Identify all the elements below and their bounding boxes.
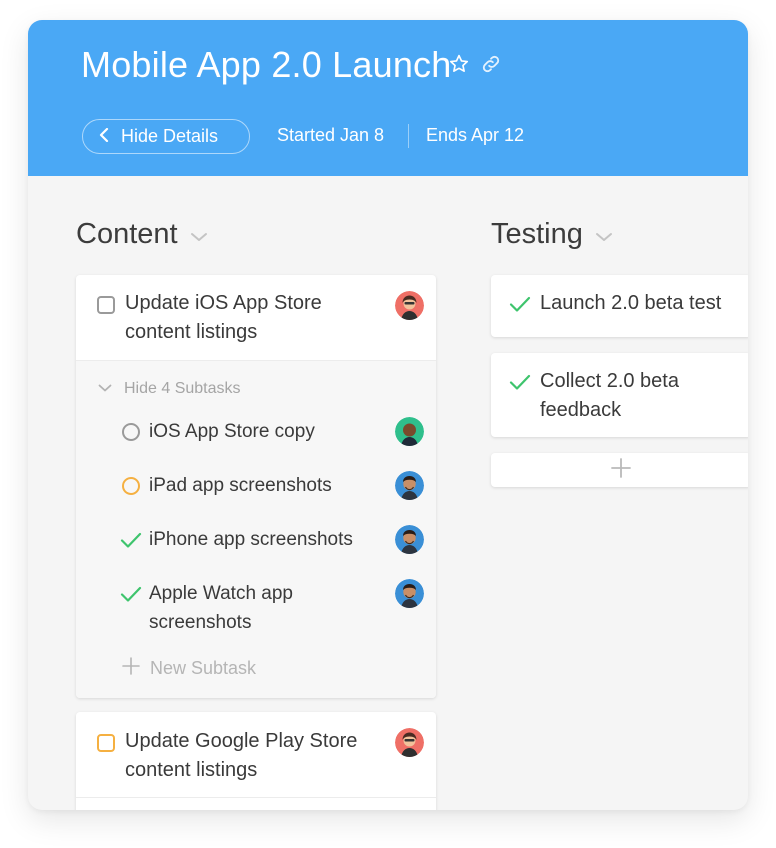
chevron-down-icon[interactable] (190, 218, 208, 251)
column-header-content[interactable]: Content (76, 218, 208, 251)
avatar[interactable] (395, 728, 424, 757)
end-date: Ends Apr 12 (426, 125, 525, 145)
checkmark-icon[interactable] (509, 373, 531, 396)
task-card[interactable]: Launch 2.0 beta test (491, 275, 748, 337)
subtask-label: iPad app screenshots (149, 475, 332, 496)
chevron-left-icon (99, 126, 109, 147)
chevron-down-icon[interactable] (595, 218, 613, 251)
project-title: Mobile App 2.0 Launch (81, 44, 452, 85)
chevron-down-icon (98, 380, 112, 398)
plus-icon (122, 657, 140, 680)
star-icon[interactable] (448, 53, 470, 75)
task-title: Launch 2.0 beta test (540, 292, 722, 314)
avatar[interactable] (395, 579, 424, 608)
column-title: Testing (491, 218, 583, 250)
avatar[interactable] (395, 291, 424, 320)
subtasks-panel: Hide 4 Subtasks iOS App Store copy iPad … (76, 360, 436, 698)
column-header-testing[interactable]: Testing (491, 218, 613, 251)
add-task-button[interactable] (491, 453, 748, 487)
subtask-label: iOS App Store copy (149, 421, 315, 442)
task-card[interactable]: Collect 2.0 beta feedback (491, 353, 748, 437)
link-icon[interactable] (480, 53, 502, 75)
plus-icon (611, 457, 631, 483)
subtask-status-circle[interactable] (122, 423, 140, 441)
subtask-label: Apple Watch app screenshots (149, 583, 293, 633)
start-date: Started Jan 8 (277, 125, 385, 145)
hide-subtasks-label: Hide 4 Subtasks (124, 380, 241, 397)
hide-subtasks-toggle[interactable]: Hide 4 Subtasks (98, 380, 241, 398)
column-title: Content (76, 218, 178, 250)
task-title: Update iOS App Store content listings (125, 292, 322, 343)
project-window: Mobile App 2.0 Launch Hide Details Start… (28, 20, 748, 810)
checkmark-icon[interactable] (120, 531, 142, 554)
subtask-label: iPhone app screenshots (149, 529, 353, 550)
new-subtask-button[interactable]: New Subtask (122, 657, 256, 680)
avatar[interactable] (395, 471, 424, 500)
task-card[interactable]: Update Google Play Store content listing… (76, 712, 436, 810)
checkmark-icon[interactable] (120, 585, 142, 608)
task-title: Update Google Play Store content listing… (125, 730, 358, 781)
project-header: Mobile App 2.0 Launch Hide Details Start… (28, 20, 748, 176)
card-divider (76, 797, 436, 798)
avatar[interactable] (395, 525, 424, 554)
task-checkbox[interactable] (97, 734, 115, 752)
hide-details-button[interactable]: Hide Details (82, 119, 250, 154)
task-title: Collect 2.0 beta feedback (540, 370, 679, 421)
task-checkbox[interactable] (97, 296, 115, 314)
checkmark-icon[interactable] (509, 295, 531, 318)
hide-details-label: Hide Details (121, 126, 219, 146)
avatar[interactable] (395, 417, 424, 446)
new-subtask-label: New Subtask (150, 658, 257, 678)
title-actions (448, 53, 502, 75)
subtask-status-circle[interactable] (122, 477, 140, 495)
meta-divider (408, 124, 409, 148)
